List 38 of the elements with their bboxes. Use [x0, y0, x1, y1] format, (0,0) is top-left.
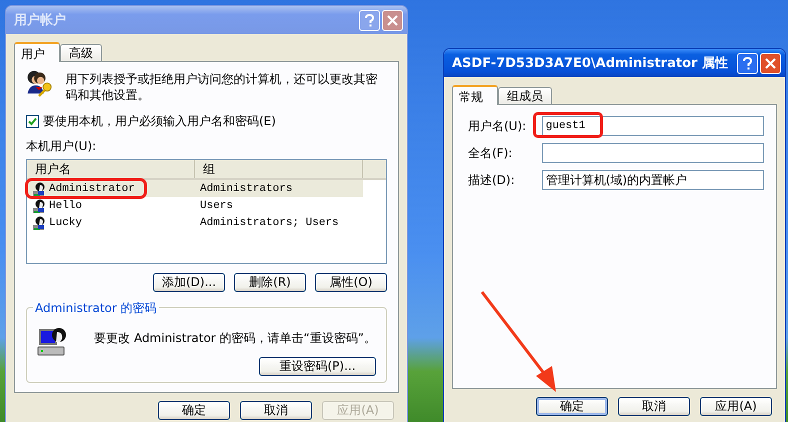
list-row[interactable]: Hello Users [27, 197, 363, 214]
list-row[interactable]: Lucky Administrators; Users [27, 214, 363, 231]
text-field[interactable] [542, 143, 764, 163]
group-cell-text: Users [199, 200, 234, 212]
column-header[interactable]: 组 [195, 160, 363, 178]
window-title: ASDF-7D53D3A7E0\Administrator 属性 [452, 55, 729, 72]
column-header[interactable]: 用户名 [27, 160, 195, 178]
field-label: 全名(F): [468, 144, 514, 162]
help-button[interactable] [737, 52, 758, 74]
user-name-cell: Lucky [27, 214, 194, 231]
checkmark-icon [28, 117, 37, 126]
list-row[interactable]: Administrator Administrators [27, 180, 363, 197]
password-message: 要更改 Administrator 的密码，请单击“重设密码”。 [94, 330, 376, 347]
close-button[interactable] [760, 52, 781, 74]
group-cell-text: Administrators [199, 182, 292, 194]
user-name-cell: Hello [27, 197, 194, 214]
dialog-button[interactable]: 确定 [536, 397, 608, 416]
close-icon [387, 14, 398, 26]
tab[interactable]: 常规 [452, 85, 498, 105]
field-label: 描述(D): [468, 172, 516, 188]
help-icon [365, 14, 374, 26]
field-label: 用户名(U): [468, 118, 528, 134]
close-icon [765, 58, 776, 68]
checkbox-label: 要使用本机，用户必须输入用户名和密码(E) [43, 113, 276, 130]
text-field[interactable]: guest1 [542, 116, 764, 136]
help-icon [743, 56, 752, 70]
window-title: 用户帐户 [14, 12, 67, 29]
highlight-outline [533, 112, 603, 138]
user-computer-icon [37, 325, 69, 357]
tab[interactable]: 组成员 [498, 87, 552, 104]
users-label: 本机用户(U): [26, 138, 98, 155]
reset-password-button[interactable]: 重设密码(P)... [259, 357, 376, 376]
dialog-button[interactable]: 应用(A) [700, 397, 772, 416]
text-field[interactable]: 管理计算机(域)的内置帐户 [542, 170, 764, 190]
dialog-button[interactable]: 取消 [618, 397, 690, 416]
user-name-cell: Administrator [27, 180, 145, 197]
group-cell-text: Administrators; Users [199, 216, 339, 228]
description-text: 用下列表授予或拒绝用户访问您的计算机，还可以更改其密码和其他设置。 [66, 71, 379, 103]
